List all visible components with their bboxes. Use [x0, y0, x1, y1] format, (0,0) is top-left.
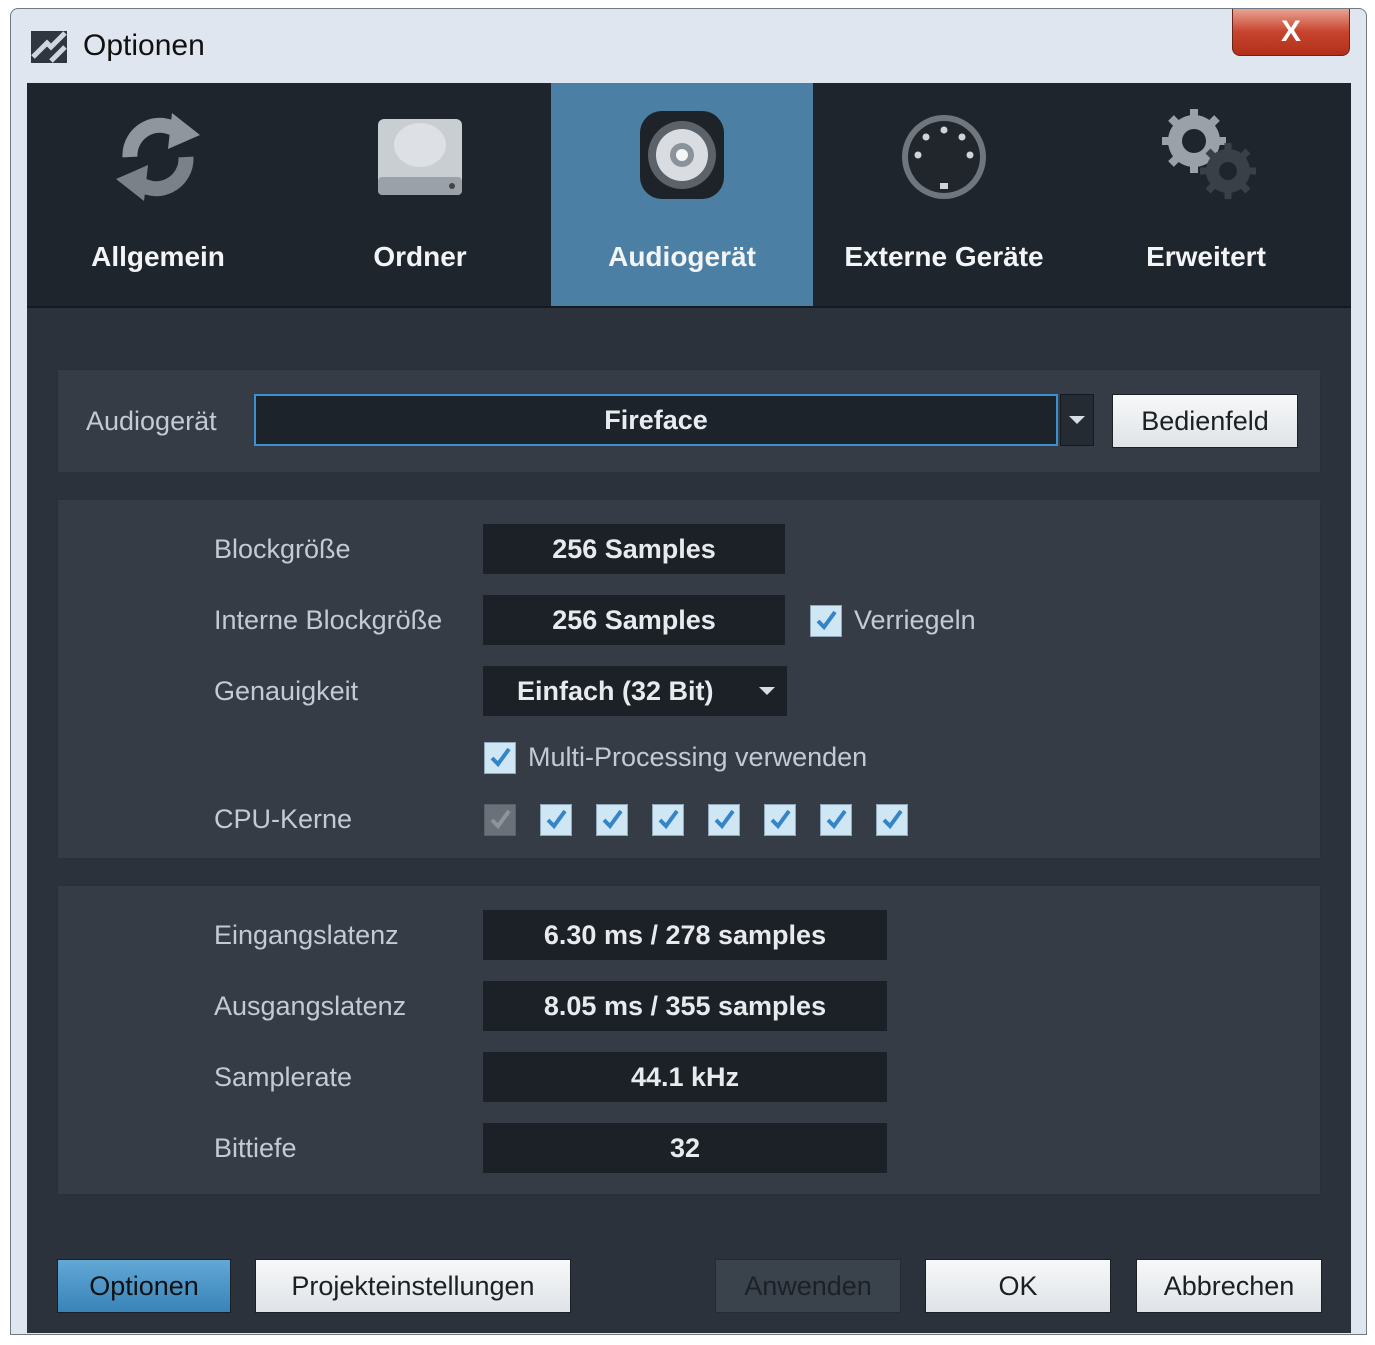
output-latency-value: 8.05 ms / 355 samples	[483, 981, 887, 1031]
tab-label: Ordner	[373, 241, 467, 272]
samplerate-label: Samplerate	[214, 1062, 353, 1092]
cpu-core-7-checkbox[interactable]	[820, 804, 852, 836]
checkmark-icon	[770, 809, 791, 830]
tab-externe-geraete[interactable]: Externe Geräte	[813, 83, 1075, 306]
midi-connector-icon	[902, 115, 986, 199]
drive-icon	[378, 119, 462, 195]
options-dialog: Optionen X Allgemein Ordner Audiogerät E…	[10, 8, 1367, 1335]
window-title: Optionen	[83, 29, 205, 62]
output-latency-label: Ausgangslatenz	[214, 991, 407, 1021]
internal-block-size-field[interactable]: 256 Samples	[483, 595, 785, 645]
project-settings-button[interactable]: Projekteinstellungen	[255, 1259, 571, 1313]
lock-checkbox[interactable]	[810, 605, 842, 637]
cpu-core-3-checkbox[interactable]	[596, 804, 628, 836]
speaker-icon	[640, 111, 724, 199]
samplerate-value: 44.1 kHz	[483, 1052, 887, 1102]
cancel-button[interactable]: Abbrechen	[1136, 1259, 1322, 1313]
cpu-core-5-checkbox[interactable]	[708, 804, 740, 836]
input-latency-value: 6.30 ms / 278 samples	[483, 910, 887, 960]
cpu-core-1-checkbox	[484, 804, 516, 836]
lock-label: Verriegeln	[854, 605, 976, 635]
tab-ordner[interactable]: Ordner	[289, 83, 551, 306]
tab-allgemein[interactable]: Allgemein	[27, 83, 289, 306]
cpu-core-2-checkbox[interactable]	[540, 804, 572, 836]
tab-label: Audiogerät	[608, 241, 756, 272]
cpu-core-8-checkbox[interactable]	[876, 804, 908, 836]
tab-audiogeraet[interactable]: Audiogerät	[551, 83, 813, 306]
ok-button[interactable]: OK	[925, 1259, 1111, 1313]
checkmark-icon	[816, 610, 837, 631]
precision-label: Genauigkeit	[214, 676, 359, 706]
apply-button[interactable]: Anwenden	[715, 1259, 901, 1313]
checkmark-icon	[490, 747, 511, 768]
tab-erweitert[interactable]: Erweitert	[1075, 83, 1337, 306]
checkmark-icon	[546, 809, 567, 830]
block-size-label: Blockgröße	[214, 534, 351, 564]
input-latency-label: Eingangslatenz	[214, 920, 399, 950]
checkmark-icon	[490, 809, 511, 830]
block-size-field[interactable]: 256 Samples	[483, 524, 785, 574]
checkmark-icon	[602, 809, 623, 830]
audio-device-label: Audiogerät	[86, 406, 217, 436]
internal-block-size-label: Interne Blockgröße	[214, 605, 443, 635]
refresh-icon	[116, 113, 200, 201]
checkmark-icon	[714, 809, 735, 830]
cpu-cores-label: CPU-Kerne	[214, 804, 353, 834]
gears-icon	[1162, 109, 1256, 199]
category-tabbar: Allgemein Ordner Audiogerät Externe Gerä…	[27, 83, 1351, 308]
chevron-down-icon	[759, 687, 775, 695]
checkmark-icon	[826, 809, 847, 830]
bitdepth-label: Bittiefe	[214, 1133, 297, 1163]
dialog-content: Allgemein Ordner Audiogerät Externe Gerä…	[27, 83, 1351, 1333]
audio-device-dropdown-button[interactable]	[1060, 394, 1094, 446]
close-button[interactable]: X	[1232, 9, 1350, 56]
title-bar[interactable]: Optionen X	[11, 9, 1366, 83]
options-button[interactable]: Optionen	[57, 1259, 231, 1313]
control-panel-button[interactable]: Bedienfeld	[1112, 394, 1298, 448]
tab-label: Externe Geräte	[844, 241, 1044, 272]
multiprocessing-label: Multi-Processing verwenden	[528, 742, 868, 772]
cpu-core-6-checkbox[interactable]	[764, 804, 796, 836]
precision-value: Einfach (32 Bit)	[517, 676, 714, 706]
multiprocessing-checkbox[interactable]	[484, 742, 516, 774]
app-logo-icon	[31, 31, 67, 63]
chevron-down-icon	[1069, 416, 1085, 424]
audio-device-select[interactable]: Fireface	[254, 394, 1058, 446]
bitdepth-value: 32	[483, 1123, 887, 1173]
tab-label: Erweitert	[1146, 241, 1266, 272]
cpu-core-4-checkbox[interactable]	[652, 804, 684, 836]
precision-select[interactable]: Einfach (32 Bit)	[483, 666, 787, 716]
checkmark-icon	[658, 809, 679, 830]
tab-label: Allgemein	[91, 241, 225, 272]
latency-info-panel: Eingangslatenz 6.30 ms / 278 samples Aus…	[57, 885, 1321, 1195]
audio-device-panel: Audiogerät Fireface Bedienfeld	[57, 369, 1321, 473]
buffer-settings-panel: Blockgröße 256 Samples Interne Blockgröß…	[57, 499, 1321, 859]
checkmark-icon	[882, 809, 903, 830]
